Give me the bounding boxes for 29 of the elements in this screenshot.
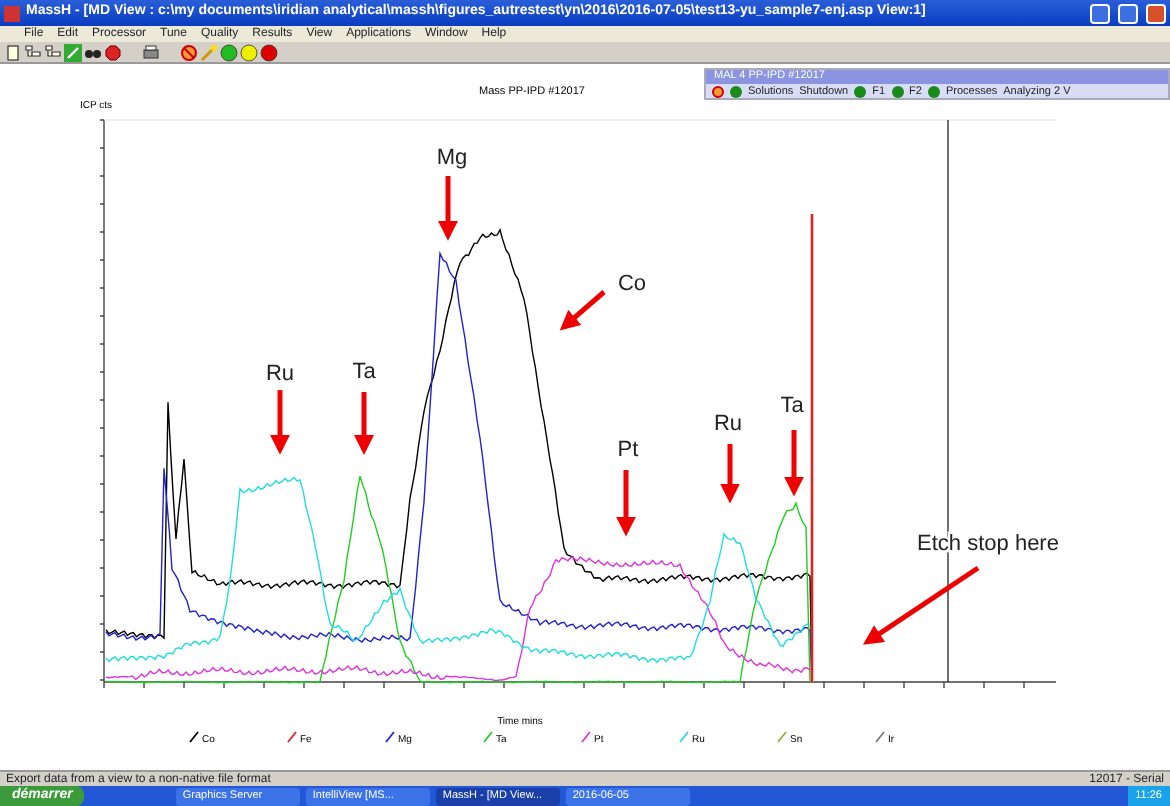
annotation-label: Co [617, 272, 647, 296]
no-sign-icon[interactable] [180, 43, 198, 61]
annotation-label: Pt [617, 438, 639, 462]
annotation-label: Mg [436, 146, 468, 170]
close-button[interactable] [1146, 3, 1166, 23]
octagon-icon[interactable] [104, 43, 122, 61]
page-icon[interactable] [4, 43, 22, 61]
maximize-button[interactable] [1118, 3, 1138, 23]
annotation-arrow [616, 470, 636, 537]
tree-icon[interactable] [44, 43, 62, 61]
annotation-arrow [354, 392, 374, 456]
annotation-label: Ru [713, 412, 743, 436]
annotation-arrow [784, 430, 804, 497]
tree-icon[interactable] [24, 43, 42, 61]
circle-icon[interactable] [240, 43, 258, 61]
annotation-label: Ta [352, 360, 376, 384]
annotation-arrow [862, 565, 980, 645]
annotation-arrow [720, 444, 740, 504]
annotation-label: Ru [265, 362, 295, 386]
annotation-arrow [438, 176, 458, 241]
annotation-label: Ta [780, 394, 804, 418]
circle-icon[interactable] [260, 43, 278, 61]
annotation-arrow [559, 290, 606, 331]
printer-icon[interactable] [142, 43, 160, 61]
no-sign-icon[interactable] [712, 86, 724, 98]
app-icon [4, 5, 20, 21]
annotation-arrow [270, 390, 290, 455]
minimize-button[interactable] [1090, 3, 1110, 23]
circle-icon[interactable] [220, 43, 238, 61]
